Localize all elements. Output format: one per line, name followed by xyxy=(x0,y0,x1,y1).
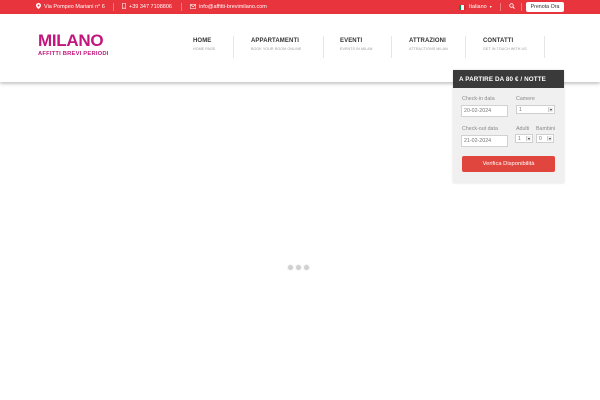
address-info: Via Pompeo Mariani n° 6 xyxy=(36,0,105,14)
children-label: Bambini xyxy=(536,126,556,132)
envelope-icon xyxy=(189,3,197,11)
email-info[interactable]: info@affitti-brevimilano.com xyxy=(189,0,267,14)
search-button[interactable] xyxy=(509,0,515,14)
nav-item-subtitle: EVENTS IN MILAN xyxy=(340,47,373,51)
chevron-down-icon: ▾ xyxy=(526,136,531,141)
nav-item-subtitle: GET IN TOUCH WITH US xyxy=(483,47,527,51)
nav-divider xyxy=(391,36,392,58)
book-now-button[interactable]: Prenota Ora xyxy=(526,2,564,12)
email-text: info@affitti-brevimilano.com xyxy=(199,4,267,10)
italy-flag-icon xyxy=(459,4,466,10)
logo-title[interactable]: MILANO xyxy=(38,32,104,49)
phone-text: +39 347 7108806 xyxy=(129,4,172,10)
nav-item-contatti[interactable]: CONTATTI GET IN TOUCH WITH US xyxy=(483,38,527,64)
language-selector[interactable]: Italiano ▾ xyxy=(459,0,492,14)
rooms-label: Camere xyxy=(516,96,535,102)
nav-divider xyxy=(323,36,324,58)
nav-item-attrazioni[interactable]: ATTRAZIONI ATTRACTIONS MILAN xyxy=(409,38,448,64)
top-bar: Via Pompeo Mariani n° 6 +39 347 7108806 … xyxy=(0,0,600,14)
nav-divider xyxy=(465,36,466,58)
topbar-divider xyxy=(181,3,182,11)
nav-item-title: EVENTI xyxy=(340,38,363,44)
rooms-select[interactable]: 1 ▾ xyxy=(516,105,555,114)
nav-item-title: APPARTAMENTI xyxy=(251,38,299,44)
nav-item-title: HOME xyxy=(193,38,212,44)
nav-item-eventi[interactable]: EVENTI EVENTS IN MILAN xyxy=(340,38,372,64)
address-text: Via Pompeo Mariani n° 6 xyxy=(44,4,105,10)
checkin-date-field[interactable]: 20-02-2024 xyxy=(461,105,508,117)
nav-item-subtitle: HOME PAGE xyxy=(193,47,216,51)
nav-item-home[interactable]: HOME HOME PAGE xyxy=(193,38,215,64)
nav-divider xyxy=(233,36,234,58)
language-label: Italiano xyxy=(469,4,487,10)
topbar-divider xyxy=(521,3,522,11)
topbar-divider xyxy=(113,3,114,11)
booking-widget-header: A PARTIRE DA 80 € / NOTTE xyxy=(453,70,564,88)
loading-spinner xyxy=(287,264,310,271)
children-select[interactable]: 0 ▾ xyxy=(536,134,554,143)
checkout-date-field[interactable]: 21-02-2024 xyxy=(461,135,508,147)
children-value: 0 xyxy=(539,135,542,142)
nav-item-subtitle: BOOK YOUR ROOM ONLINE xyxy=(251,47,302,51)
nav-divider xyxy=(544,36,545,58)
nav-item-title: ATTRAZIONI xyxy=(409,38,446,44)
chevron-down-icon: ▾ xyxy=(489,4,492,9)
logo-subtitle: AFFITTI BREVI PERIODI xyxy=(38,51,109,57)
loading-dot xyxy=(287,264,294,271)
adults-label: Adulti xyxy=(516,126,530,132)
map-pin-icon xyxy=(36,3,41,11)
topbar-divider xyxy=(500,3,501,11)
phone-icon xyxy=(121,2,127,11)
checkout-label: Check-out data xyxy=(462,126,498,132)
nav-item-subtitle: ATTRACTIONS MILAN xyxy=(409,47,448,51)
loading-dot xyxy=(295,264,302,271)
booking-widget: A PARTIRE DA 80 € / NOTTE Check-in data … xyxy=(453,70,564,183)
checkin-label: Check-in data xyxy=(462,96,495,102)
verify-availability-button[interactable]: Verifica Disponibilità xyxy=(462,156,555,172)
search-icon xyxy=(509,3,515,11)
chevron-down-icon: ▾ xyxy=(547,136,552,141)
loading-dot xyxy=(303,264,310,271)
phone-info[interactable]: +39 347 7108806 xyxy=(121,0,172,14)
chevron-down-icon: ▾ xyxy=(548,107,553,112)
adults-value: 1 xyxy=(518,135,521,142)
nav-item-appartamenti[interactable]: APPARTAMENTI BOOK YOUR ROOM ONLINE xyxy=(251,38,301,64)
nav-item-title: CONTATTI xyxy=(483,38,514,44)
adults-select[interactable]: 1 ▾ xyxy=(515,134,533,143)
rooms-value: 1 xyxy=(519,106,522,113)
